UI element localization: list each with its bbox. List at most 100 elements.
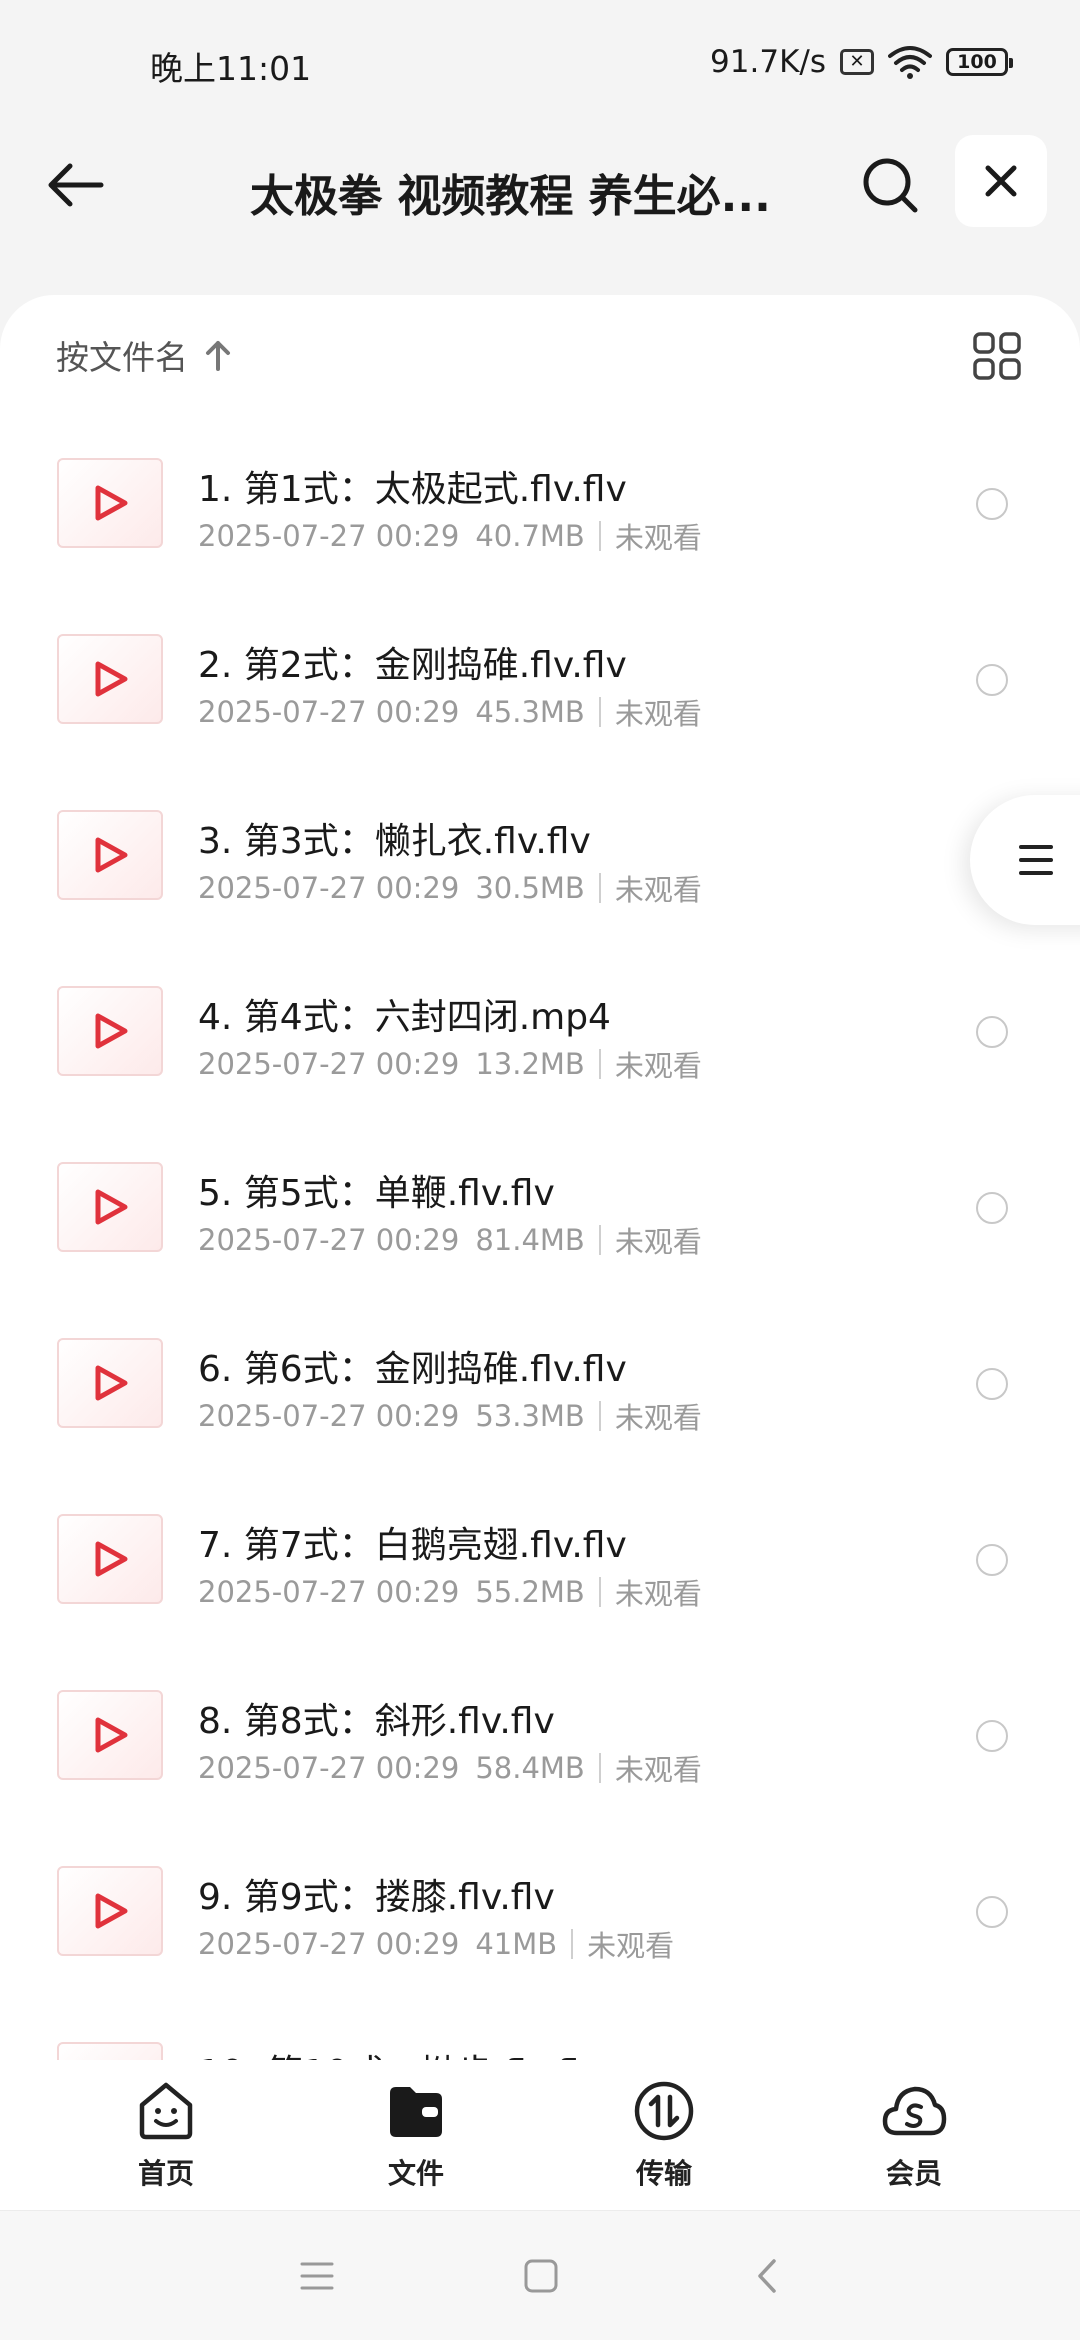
select-radio[interactable]	[976, 1016, 1008, 1048]
home-system-button[interactable]	[516, 2251, 566, 2301]
back-system-button[interactable]	[742, 2251, 792, 2301]
file-name: 8. 第8式：斜形.flv.flv	[198, 1701, 555, 1742]
file-date: 2025-07-27 00:29	[198, 519, 460, 553]
menu-icon	[1019, 845, 1053, 875]
video-thumbnail	[57, 986, 163, 1076]
file-row[interactable]: 5. 第5式：单鞭.flv.flv 2025-07-27 00:29 81.4M…	[0, 1139, 1080, 1315]
cloud-vip-icon	[882, 2086, 947, 2136]
file-row[interactable]: 10. 第10式：拗步.flv.flv	[0, 2019, 1080, 2060]
file-row[interactable]: 9. 第9式：搂膝.flv.flv 2025-07-27 00:29 41MB …	[0, 1843, 1080, 2019]
file-date: 2025-07-27 00:29	[198, 1047, 460, 1081]
watch-status: 未观看	[614, 1577, 702, 1611]
nav-vip[interactable]: 会员	[844, 2078, 984, 2203]
file-size: 55.2MB	[475, 1575, 585, 1609]
meta-divider	[598, 1049, 601, 1079]
watch-status: 未观看	[614, 1401, 702, 1435]
system-navigation-bar	[0, 2210, 1080, 2340]
nav-files[interactable]: 文件	[346, 2078, 486, 2203]
sort-control[interactable]: 按文件名	[56, 330, 232, 380]
file-size: 13.2MB	[475, 1047, 585, 1081]
select-radio[interactable]	[976, 488, 1008, 520]
meta-divider	[598, 697, 601, 727]
grid-view-button[interactable]	[972, 331, 1022, 381]
file-date: 2025-07-27 00:29	[198, 695, 460, 729]
watch-status: 未观看	[614, 1225, 702, 1259]
file-row[interactable]: 8. 第8式：斜形.flv.flv 2025-07-27 00:29 58.4M…	[0, 1667, 1080, 1843]
file-name: 9. 第9式：搂膝.flv.flv	[198, 1877, 555, 1918]
file-meta: 2025-07-27 00:29 40.7MB 未观看	[198, 515, 702, 557]
play-icon	[95, 1893, 128, 1929]
file-date: 2025-07-27 00:29	[198, 1751, 460, 1785]
select-radio[interactable]	[976, 1896, 1008, 1928]
battery-icon: 100	[946, 48, 1013, 76]
video-thumbnail	[57, 458, 163, 548]
select-radio[interactable]	[976, 1720, 1008, 1752]
watch-status: 未观看	[587, 1929, 675, 1963]
home-face-icon	[139, 2082, 193, 2140]
video-thumbnail	[57, 810, 163, 900]
file-size: 30.5MB	[475, 871, 585, 905]
file-row[interactable]: 4. 第4式：六封四闭.mp4 2025-07-27 00:29 13.2MB …	[0, 963, 1080, 1139]
back-button[interactable]	[40, 150, 110, 220]
folder-icon	[390, 2087, 442, 2137]
meta-divider	[598, 1577, 601, 1607]
file-date: 2025-07-27 00:29	[198, 1399, 460, 1433]
nav-transfer[interactable]: 传输	[594, 2078, 734, 2203]
file-meta: 2025-07-27 00:29 30.5MB 未观看	[198, 867, 702, 909]
nav-transfer-label: 传输	[635, 2157, 692, 2190]
video-thumbnail	[57, 634, 163, 724]
file-row[interactable]: 3. 第3式：懒扎衣.flv.flv 2025-07-27 00:29 30.5…	[0, 787, 1080, 963]
header: 太极拳 视频教程 养生必...	[0, 130, 1080, 300]
watch-status: 未观看	[614, 521, 702, 555]
arrow-up-icon	[206, 341, 230, 371]
play-icon	[95, 1717, 128, 1753]
file-meta: 2025-07-27 00:29 53.3MB 未观看	[198, 1395, 702, 1437]
meta-divider	[571, 1929, 574, 1959]
select-radio[interactable]	[976, 1544, 1008, 1576]
file-name: 2. 第2式：金刚捣碓.flv.flv	[198, 645, 627, 686]
meta-divider	[598, 1753, 601, 1783]
watch-status: 未观看	[614, 873, 702, 907]
search-icon	[863, 158, 918, 213]
no-sim-icon: ✕	[840, 49, 874, 75]
file-name: 7. 第7式：白鹅亮翅.flv.flv	[198, 1525, 627, 1566]
back-arrow-icon	[48, 163, 104, 207]
recent-apps-button[interactable]	[292, 2251, 342, 2301]
file-row[interactable]: 7. 第7式：白鹅亮翅.flv.flv 2025-07-27 00:29 55.…	[0, 1491, 1080, 1667]
file-meta: 2025-07-27 00:29 45.3MB 未观看	[198, 691, 702, 733]
watch-status: 未观看	[614, 1753, 702, 1787]
search-button[interactable]	[855, 150, 925, 220]
file-row[interactable]: 6. 第6式：金刚捣碓.flv.flv 2025-07-27 00:29 53.…	[0, 1315, 1080, 1491]
video-thumbnail	[57, 1162, 163, 1252]
status-bar: 晚上11:01 91.7K/s ✕ 100	[0, 0, 1080, 130]
video-thumbnail	[57, 2042, 163, 2060]
file-name: 4. 第4式：六封四闭.mp4	[198, 997, 611, 1038]
file-date: 2025-07-27 00:29	[198, 1927, 460, 1961]
select-radio[interactable]	[976, 1192, 1008, 1224]
close-button[interactable]	[955, 135, 1047, 227]
meta-divider	[598, 873, 601, 903]
nav-home[interactable]: 首页	[96, 2078, 236, 2203]
play-icon	[95, 661, 128, 697]
bottom-nav: 首页 文件 传输 会员	[0, 2060, 1080, 2210]
file-size: 41MB	[475, 1927, 558, 1961]
nav-home-label: 首页	[137, 2157, 194, 2190]
file-meta: 2025-07-27 00:29 41MB 未观看	[198, 1923, 674, 1965]
status-time: 晚上11:01	[150, 49, 312, 88]
play-icon	[95, 1541, 128, 1577]
watch-status: 未观看	[614, 1049, 702, 1083]
nav-files-label: 文件	[387, 2157, 444, 2190]
select-radio[interactable]	[976, 1368, 1008, 1400]
page-title: 太极拳 视频教程 养生必...	[250, 171, 771, 222]
video-thumbnail	[57, 1866, 163, 1956]
select-radio[interactable]	[976, 664, 1008, 696]
play-icon	[95, 485, 128, 521]
file-row[interactable]: 1. 第1式：太极起式.flv.flv 2025-07-27 00:29 40.…	[0, 435, 1080, 611]
file-row[interactable]: 2. 第2式：金刚捣碓.flv.flv 2025-07-27 00:29 45.…	[0, 611, 1080, 787]
file-date: 2025-07-27 00:29	[198, 1223, 460, 1257]
play-icon	[95, 1013, 128, 1049]
file-meta: 2025-07-27 00:29 58.4MB 未观看	[198, 1747, 702, 1789]
file-size: 40.7MB	[475, 519, 585, 553]
file-size: 81.4MB	[475, 1223, 585, 1257]
file-list-panel: 按文件名 1. 第1式：太极起式.flv.flv 2025-07-27 00:2…	[0, 295, 1080, 2060]
